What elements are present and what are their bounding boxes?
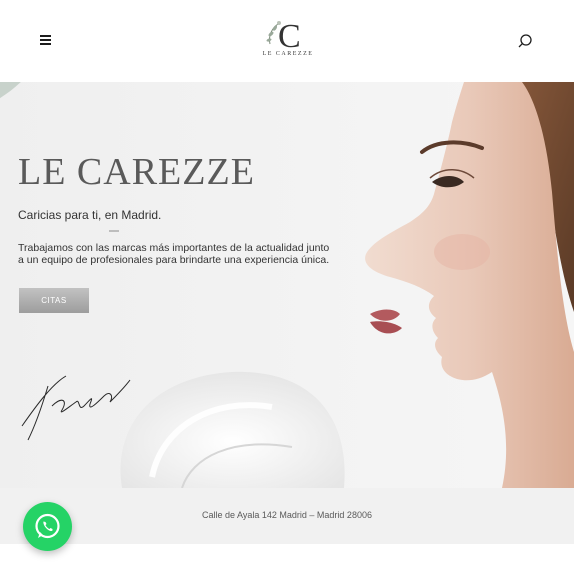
address-text: Calle de Ayala 142 Madrid – Madrid 28006 bbox=[202, 510, 372, 520]
cream-texture-image bbox=[120, 371, 345, 488]
model-profile-image bbox=[365, 82, 574, 488]
hamburger-menu-icon[interactable] bbox=[40, 35, 51, 45]
divider bbox=[109, 230, 119, 232]
whatsapp-button[interactable] bbox=[23, 502, 72, 551]
hero-description: Trabajamos con las marcas más importante… bbox=[18, 242, 330, 266]
site-header: C LE CAREZZE bbox=[0, 0, 574, 82]
hero-title: LE CAREZZE bbox=[18, 151, 255, 193]
citas-button[interactable]: CITAS bbox=[19, 288, 89, 313]
logo-text: LE CAREZZE bbox=[262, 51, 314, 57]
leaf-decoration-icon bbox=[0, 82, 21, 98]
hero-section: LE CAREZZE Caricias para ti, en Madrid. … bbox=[0, 82, 574, 488]
site-logo[interactable]: C LE CAREZZE bbox=[258, 14, 318, 66]
address-bar: Calle de Ayala 142 Madrid – Madrid 28006 bbox=[0, 488, 574, 544]
search-icon[interactable] bbox=[517, 33, 533, 49]
hero-subtitle: Caricias para ti, en Madrid. bbox=[18, 208, 162, 222]
svg-text:C: C bbox=[278, 18, 301, 54]
logo-mark-icon: C bbox=[266, 18, 301, 55]
whatsapp-icon bbox=[35, 513, 60, 539]
